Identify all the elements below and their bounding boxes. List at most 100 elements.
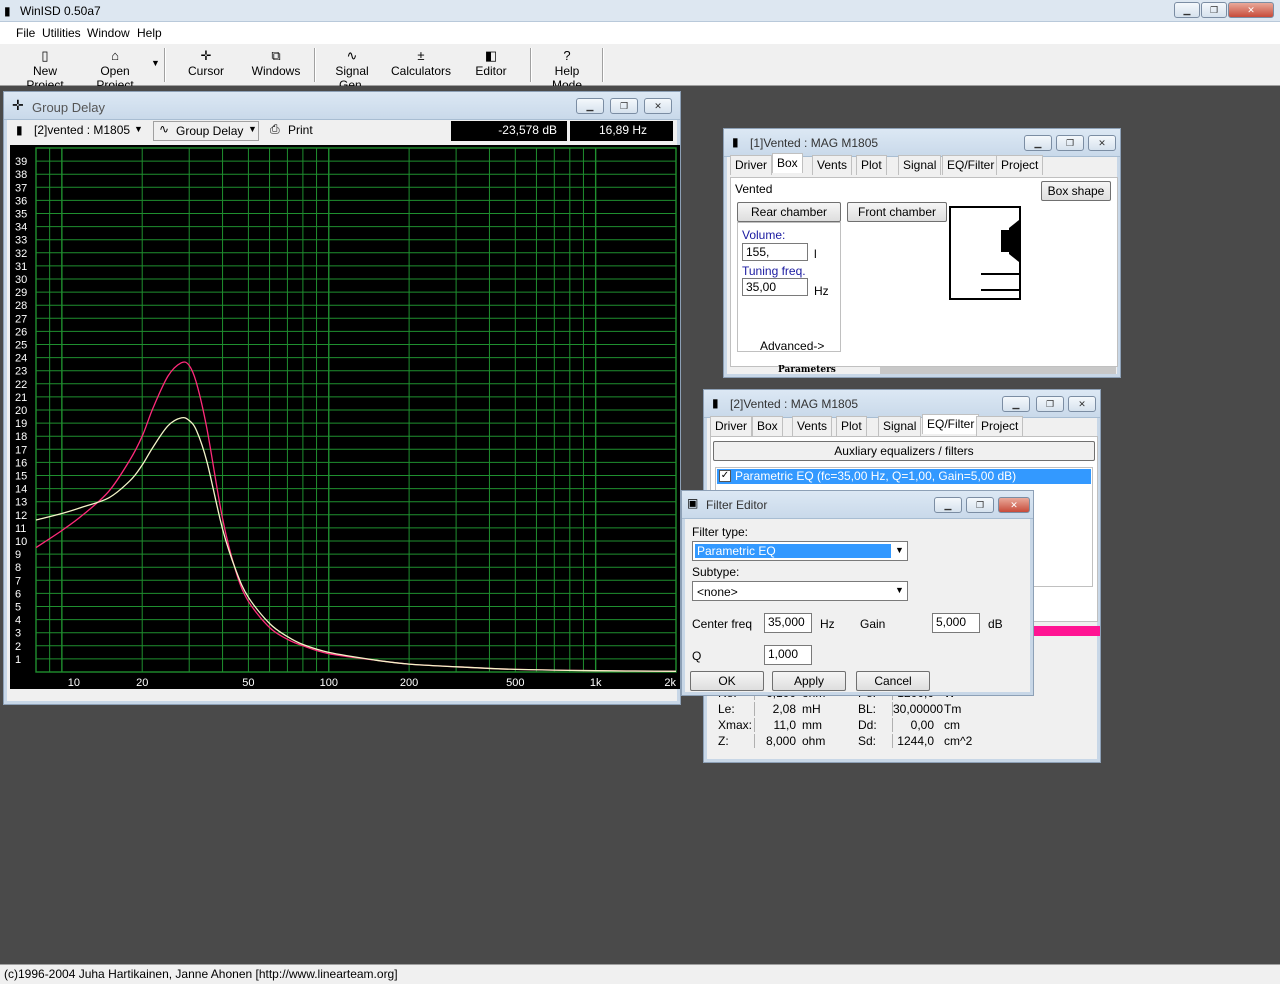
tab-driver[interactable]: Driver: [710, 416, 752, 436]
minimize-icon[interactable]: ▁: [1002, 396, 1030, 412]
param-value[interactable]: 11,0: [754, 718, 800, 732]
maximize-icon[interactable]: ❐: [610, 98, 638, 114]
cursor-button[interactable]: ✛ Cursor: [176, 48, 236, 84]
close-icon[interactable]: ✕: [644, 98, 672, 114]
list-item[interactable]: ✓ Parametric EQ (fc=35,00 Hz, Q=1,00, Ga…: [717, 469, 1091, 484]
tab-eq-filter[interactable]: EQ/Filter: [922, 414, 980, 434]
close-icon[interactable]: ✕: [1228, 2, 1274, 18]
menu-file[interactable]: File: [16, 26, 35, 40]
maximize-icon[interactable]: ❐: [1056, 135, 1084, 151]
advanced-button[interactable]: Advanced->: [760, 339, 824, 353]
cursor-icon: ✛: [12, 97, 24, 113]
tab-box[interactable]: Box: [752, 416, 783, 436]
maximize-icon[interactable]: ❐: [966, 497, 994, 513]
menu-window[interactable]: Window: [87, 26, 130, 40]
chevron-down-icon[interactable]: ▼: [134, 124, 143, 134]
app-titlebar: ▮ WinISD 0.50a7 ▁ ❐ ✕: [0, 0, 1280, 22]
tab-vents[interactable]: Vents: [792, 416, 833, 436]
box-window: ▮ [1]Vented : MAG M1805 ▁ ❐ ✕ Driver Box…: [723, 128, 1121, 378]
maximize-icon[interactable]: ❐: [1201, 2, 1227, 18]
param-value[interactable]: 0,00: [892, 718, 938, 732]
cancel-button[interactable]: Cancel: [856, 671, 930, 691]
front-chamber-tab[interactable]: Front chamber: [847, 202, 947, 222]
box-type: Vented: [735, 182, 773, 196]
center-freq-input[interactable]: 35,000: [764, 613, 812, 633]
y-tick-label: 37: [15, 182, 27, 194]
group-delay-plot[interactable]: 1 2 3 4 5 6 7 8 9 10 11 12 13 14 15 16 17 18 19 20 21 22 23 24 2…: [10, 145, 680, 689]
chevron-down-icon[interactable]: ▼: [248, 124, 257, 134]
new-project-button[interactable]: ▯ New Project: [14, 48, 76, 92]
tab-signal[interactable]: Signal: [878, 416, 922, 436]
tab-vents[interactable]: Vents: [812, 155, 853, 175]
checkbox[interactable]: ✓: [719, 470, 731, 482]
close-icon[interactable]: ✕: [998, 497, 1030, 513]
gain-input[interactable]: 5,000: [932, 613, 980, 633]
volume-input[interactable]: 155,: [742, 243, 808, 261]
print-button[interactable]: Print: [288, 123, 313, 137]
tab-project[interactable]: Project: [976, 416, 1024, 436]
minimize-icon[interactable]: ▁: [576, 98, 604, 114]
aux-equalizers-button[interactable]: Auxliary equalizers / filters: [713, 441, 1095, 461]
editor-button[interactable]: ◧ Editor: [468, 48, 514, 84]
menu-utilities[interactable]: Utilities: [42, 26, 81, 40]
open-project-button[interactable]: ⌂ Open Project: [80, 48, 150, 92]
tab-signal[interactable]: Signal: [898, 155, 942, 175]
param-value[interactable]: 30,00000: [892, 702, 943, 716]
y-tick-label: 8: [15, 562, 21, 574]
tab-driver[interactable]: Driver: [730, 155, 772, 175]
menu-help[interactable]: Help: [137, 26, 162, 40]
calculators-button[interactable]: ± Calculators: [390, 48, 452, 84]
box-shape-button[interactable]: Box shape: [1041, 181, 1111, 201]
y-tick-label: 24: [15, 353, 27, 365]
y-tick-label: 10: [15, 536, 27, 548]
window-title: [2]Vented : MAG M1805: [730, 397, 859, 411]
group-delay-titlebar: ✛ Group Delay ▁ ❐ ✕: [4, 92, 680, 120]
rear-chamber-tab[interactable]: Rear chamber: [737, 202, 841, 222]
param-value[interactable]: 8,000: [754, 734, 800, 748]
filter-type-select[interactable]: Parametric EQ ▼: [692, 541, 908, 561]
open-project-icon: ⌂: [111, 48, 119, 63]
y-tick-label: 6: [15, 588, 21, 600]
param-value[interactable]: 1244,0: [892, 734, 938, 748]
tab-plot[interactable]: Plot: [836, 416, 867, 436]
gain-unit: dB: [988, 617, 1003, 631]
y-tick-label: 1: [15, 654, 21, 666]
rear-chamber-panel: Volume: 155, l Tuning freq. 35,00 Hz Adv…: [737, 222, 841, 353]
minimize-icon[interactable]: ▁: [934, 497, 962, 513]
help-mode-button[interactable]: ? Help Mode: [538, 48, 596, 92]
minimize-icon[interactable]: ▁: [1174, 2, 1200, 18]
y-tick-label: 20: [15, 405, 27, 417]
signal-gen-button[interactable]: ∿ Signal Gen.: [322, 48, 382, 92]
minimize-icon[interactable]: ▁: [1024, 135, 1052, 151]
y-tick-label: 13: [15, 497, 27, 509]
y-tick-label: 4: [15, 615, 21, 627]
y-tick-label: 33: [15, 235, 27, 247]
driver-params: Re:6,100ohmPe:1200,0WLe:2,08mHBL:30,0000…: [708, 686, 1098, 760]
new-project-icon: ▯: [41, 48, 49, 63]
dropdown-arrow-icon[interactable]: ▼: [151, 58, 160, 68]
param-unit: ohm: [802, 734, 826, 748]
apply-button[interactable]: Apply: [772, 671, 846, 691]
tuning-input[interactable]: 35,00: [742, 278, 808, 296]
y-tick-label: 32: [15, 248, 27, 260]
project-select[interactable]: [2]vented : M1805: [34, 123, 130, 137]
ok-button[interactable]: OK: [690, 671, 764, 691]
tab-project[interactable]: Project: [996, 155, 1044, 175]
param-label: Dd:: [858, 718, 877, 732]
windows-button[interactable]: ⧉ Windows: [248, 48, 304, 84]
maximize-icon[interactable]: ❐: [1036, 396, 1064, 412]
tab-plot[interactable]: Plot: [856, 155, 887, 175]
mode-select[interactable]: Group Delay: [176, 124, 243, 138]
tab-eq-filter[interactable]: EQ/Filter: [942, 155, 1000, 175]
param-value[interactable]: 2,08: [754, 702, 800, 716]
close-icon[interactable]: ✕: [1068, 396, 1096, 412]
y-tick-label: 27: [15, 313, 27, 325]
param-label: Sd:: [858, 734, 877, 748]
project-icon: ▮: [732, 135, 739, 149]
tab-box[interactable]: Box: [772, 153, 803, 173]
gain-label: Gain: [860, 617, 886, 631]
subtype-select[interactable]: <none> ▼: [692, 581, 908, 601]
close-icon[interactable]: ✕: [1088, 135, 1116, 151]
group-delay-window: ✛ Group Delay ▁ ❐ ✕ ▮ [2]vented : M1805 …: [3, 91, 681, 705]
q-input[interactable]: 1,000: [764, 645, 812, 665]
